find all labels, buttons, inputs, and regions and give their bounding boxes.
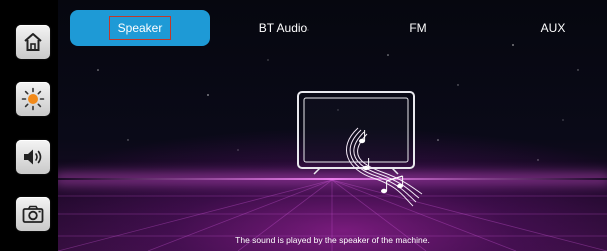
tab-speaker[interactable]: Speaker [70, 10, 210, 46]
tab-aux[interactable]: AUX [503, 10, 603, 46]
home-button[interactable] [16, 25, 50, 59]
audio-output-panel: Speaker BT Audio FM AUX The sound is pla… [58, 0, 607, 251]
output-description: The sound is played by the speaker of th… [235, 235, 430, 245]
volume-button[interactable] [16, 140, 50, 174]
tab-aux-label: AUX [540, 21, 566, 35]
tab-speaker-label: Speaker [108, 16, 172, 40]
brightness-button[interactable] [16, 82, 50, 116]
tab-bt-audio-label: BT Audio [258, 21, 308, 35]
tab-fm-label: FM [409, 21, 427, 35]
tab-bt-audio[interactable]: BT Audio [228, 10, 338, 46]
brightness-icon [21, 87, 45, 111]
audio-source-tabs: Speaker BT Audio FM AUX [58, 0, 607, 50]
monitor-frame [297, 91, 415, 175]
camera-button[interactable] [16, 197, 50, 231]
volume-icon [21, 146, 45, 168]
camera-icon [21, 203, 45, 225]
home-icon [22, 31, 44, 53]
sidebar [0, 0, 58, 251]
tab-fm[interactable]: FM [368, 10, 468, 46]
